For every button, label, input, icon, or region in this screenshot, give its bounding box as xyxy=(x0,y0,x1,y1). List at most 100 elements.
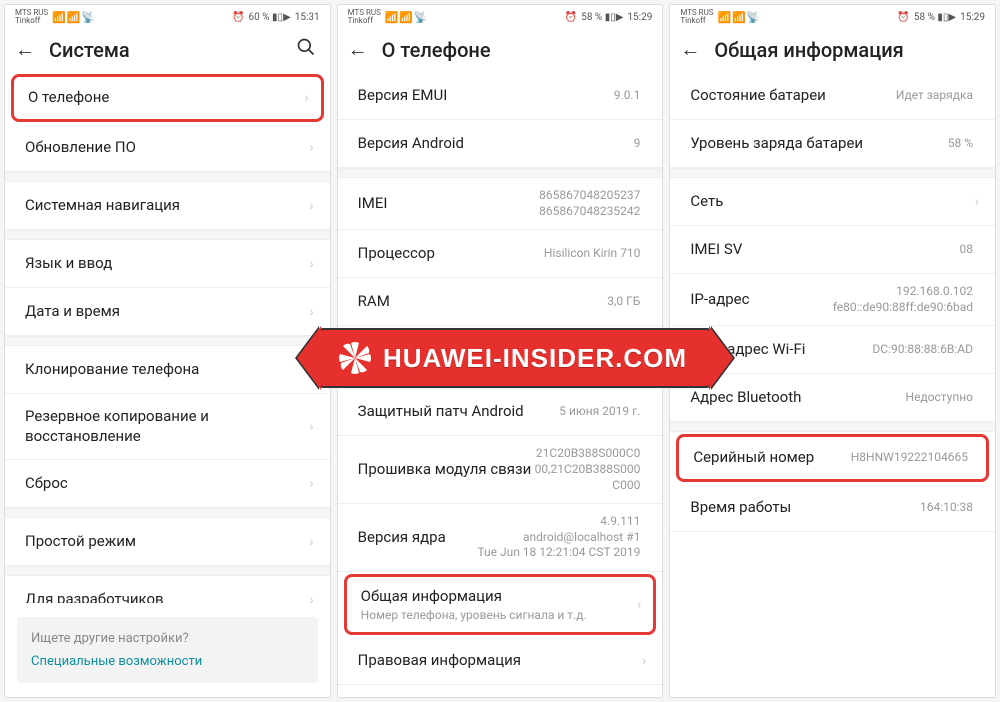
list-item[interactable]: IP-адрес192.168.0.102fe80::de90:88ff:de9… xyxy=(670,274,995,326)
row-value: Недоступно xyxy=(906,390,980,406)
list-item[interactable]: Процессор Hisilicon Kirin 710 xyxy=(338,230,663,278)
back-icon[interactable]: ← xyxy=(15,37,35,62)
list-item[interactable]: Прошивка модуля связи21C20B388S000C000,2… xyxy=(338,436,663,504)
clock-label: 15:29 xyxy=(960,12,985,23)
clock-label: 15:29 xyxy=(627,12,652,23)
chevron-right-icon: › xyxy=(642,653,646,669)
row-value: 192.168.0.102fe80::de90:88ff:de90:6bad xyxy=(833,284,979,315)
list-item[interactable]: Дата и время› xyxy=(5,288,330,336)
alarm-icon: ⏰ xyxy=(897,12,909,23)
list-item[interactable]: Сеть › xyxy=(670,178,995,226)
carrier-label: MTS RUSTinkoff xyxy=(348,9,381,25)
row-label: Сброс xyxy=(25,474,68,494)
row-label: Время работы xyxy=(690,498,791,518)
signal-icon: 📶 📶 📡 xyxy=(385,11,427,24)
row-label: MAC-адрес Wi-Fi xyxy=(690,340,805,360)
row-value: 865867048205237865867048235242 xyxy=(539,188,646,219)
page-title: Система xyxy=(49,38,282,62)
row-value: 58 % xyxy=(948,136,979,152)
list-item[interactable]: Сброс› xyxy=(5,460,330,508)
list-item[interactable]: IMEI SV 08 xyxy=(670,226,995,274)
list-item[interactable]: Обновление ПО › xyxy=(5,124,330,172)
row-value: Hisilicon Kirin 710 xyxy=(544,246,646,262)
list-item[interactable]: О телефоне› xyxy=(11,74,324,122)
row-value: 9 xyxy=(634,136,647,152)
screen-header: ←О телефоне xyxy=(338,27,663,72)
list-item[interactable]: Простой режим› xyxy=(5,518,330,566)
list-item[interactable]: MAC-адрес Wi-Fi DC:90:88:88:6B:AD xyxy=(670,326,995,374)
row-value: 9.0.1 xyxy=(614,88,647,104)
battery-label: 58 % ▮▯▶ xyxy=(914,12,956,23)
chevron-right-icon: › xyxy=(975,194,979,210)
row-label: Сеть xyxy=(690,192,723,212)
footer-link[interactable]: Специальные возможности xyxy=(31,654,304,669)
chevron-right-icon: › xyxy=(309,304,313,320)
list-item[interactable]: Язык и ввод› xyxy=(5,240,330,288)
list-item[interactable]: Версия EMUI 9.0.1 xyxy=(338,72,663,120)
section-gap xyxy=(670,168,995,178)
chevron-right-icon: › xyxy=(309,592,313,604)
list-item[interactable]: Общая информацияНомер телефона, уровень … xyxy=(344,574,657,636)
status-bar: MTS RUSTinkoff📶 📶 📡⏰60 % ▮▯▶15:31 xyxy=(5,5,330,27)
list-item[interactable]: Версия Android 9 xyxy=(338,120,663,168)
list-item[interactable]: Состояние батареиИдет зарядка xyxy=(670,72,995,120)
back-icon[interactable]: ← xyxy=(680,37,700,62)
row-label: Язык и ввод xyxy=(25,254,112,274)
chevron-right-icon: › xyxy=(309,362,313,378)
row-value: 5 июня 2019 г. xyxy=(559,404,646,420)
screen-header: ←Общая информация xyxy=(670,27,995,72)
search-icon[interactable] xyxy=(296,37,316,62)
settings-list: Состояние батареиИдет зарядкаУровень зар… xyxy=(670,72,995,697)
section-gap xyxy=(670,422,995,432)
alarm-icon: ⏰ xyxy=(232,12,244,23)
row-label: Процессор xyxy=(358,244,435,264)
list-item[interactable]: Системная навигация› xyxy=(5,182,330,230)
chevron-right-icon: › xyxy=(309,419,313,435)
list-item[interactable]: Память телефона17,51 ГБ свободновсего: 3… xyxy=(338,326,663,378)
section-gap xyxy=(5,566,330,576)
row-value: H8HNW19222104665 xyxy=(851,450,974,466)
row-label: Прошивка модуля связи xyxy=(358,460,532,480)
list-item[interactable]: Правовая информация› xyxy=(338,637,663,685)
settings-list: О телефоне› Обновление ПО › Системная навиг… xyxy=(5,72,330,603)
row-value: 4.9.111android@localhost #1Tue Jun 18 12… xyxy=(477,514,646,561)
list-item[interactable]: Клонирование телефона › xyxy=(5,346,330,394)
row-label: Клонирование телефона xyxy=(25,360,199,380)
section-gap xyxy=(5,336,330,346)
section-gap xyxy=(5,230,330,240)
list-item[interactable]: RAM3,0 ГБ xyxy=(338,278,663,326)
list-item[interactable]: Серийный номерH8HNW19222104665 xyxy=(676,434,989,482)
list-item[interactable]: Для разработчиков › xyxy=(5,576,330,603)
list-item[interactable]: Аутентификационные данные› xyxy=(338,685,663,697)
section-gap xyxy=(338,378,663,388)
row-label: Обновление ПО xyxy=(25,138,136,158)
list-item[interactable]: Версия ядра 4.9.111android@localhost #1Tu… xyxy=(338,504,663,572)
list-item[interactable]: Адрес Bluetooth Недоступно xyxy=(670,374,995,422)
row-label: Состояние батареи xyxy=(690,86,825,106)
list-item[interactable]: Время работы164:10:38 xyxy=(670,484,995,532)
alarm-icon: ⏰ xyxy=(565,12,577,23)
row-label: Для разработчиков xyxy=(25,590,164,603)
section-gap xyxy=(5,172,330,182)
row-value: 17,51 ГБ свободновсего: 32,00 ГБ xyxy=(537,336,647,367)
list-item[interactable]: Уровень заряда батареи 58 % xyxy=(670,120,995,168)
footer-question: Ищете другие настройки? xyxy=(31,631,304,646)
row-label: IMEI SV xyxy=(690,240,742,260)
list-item[interactable]: Резервное копирование и восстановление› xyxy=(5,394,330,460)
row-label: Версия EMUI xyxy=(358,86,448,106)
carrier-label: MTS RUSTinkoff xyxy=(680,9,713,25)
battery-label: 58 % ▮▯▶ xyxy=(581,12,623,23)
row-label: RAM xyxy=(358,292,390,312)
back-icon[interactable]: ← xyxy=(348,37,368,62)
list-item[interactable]: Защитный патч Android5 июня 2019 г. xyxy=(338,388,663,436)
row-label: Версия Android xyxy=(358,134,464,154)
row-value: DC:90:88:88:6B:AD xyxy=(872,342,979,358)
chevron-right-icon: › xyxy=(309,140,313,156)
row-label: Уровень заряда батареи xyxy=(690,134,863,154)
row-value: 08 xyxy=(960,242,980,258)
battery-label: 60 % ▮▯▶ xyxy=(249,12,291,23)
row-label: Адрес Bluetooth xyxy=(690,388,801,408)
list-item[interactable]: IMEI865867048205237865867048235242 xyxy=(338,178,663,230)
row-label: Общая информация xyxy=(361,587,587,607)
row-label: Версия ядра xyxy=(358,528,446,548)
